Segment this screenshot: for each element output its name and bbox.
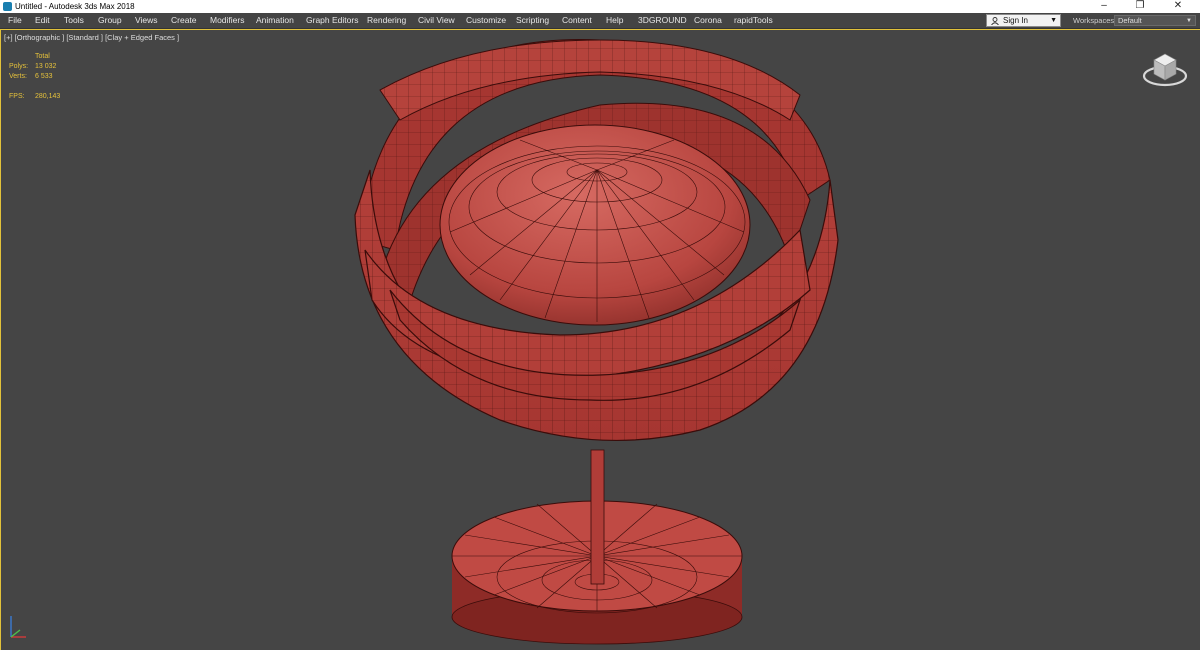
stats-verts-value: 6 533 [35,73,53,80]
stats-polys-label: Polys: [9,63,29,70]
menu-tools[interactable]: Tools [64,13,84,28]
menu-civil-view[interactable]: Civil View [418,13,455,28]
menu-corona[interactable]: Corona [694,13,722,28]
sign-in-dropdown[interactable]: Sign In ▼ [986,14,1061,27]
stats-polys-value: 13 032 [35,63,57,70]
model-sphere [439,124,751,326]
chevron-down-icon: ▼ [1186,18,1192,24]
menu-customize[interactable]: Customize [466,13,506,28]
workspaces-label: Workspaces: [1073,16,1117,25]
menu-rendering[interactable]: Rendering [367,13,406,28]
menu-help[interactable]: Help [606,13,623,28]
stats-verts-label: Verts: [9,73,27,80]
workspaces-value: Default [1118,16,1142,25]
chevron-down-icon: ▼ [1050,17,1057,24]
axis-tripod-icon [10,616,26,638]
menu-content[interactable]: Content [562,13,592,28]
menu-file[interactable]: File [8,13,22,28]
menu-scripting[interactable]: Scripting [516,13,549,28]
menu-views[interactable]: Views [135,13,158,28]
stats-header: Total [35,53,50,60]
menu-animation[interactable]: Animation [256,13,294,28]
viewport-label[interactable]: [+] [Orthographic ] [Standard ] [Clay + … [4,33,179,42]
menu-create[interactable]: Create [171,13,197,28]
model-stem [590,449,605,585]
viewcube-icon[interactable] [1140,44,1190,92]
app-icon [3,2,12,11]
window-title: Untitled - Autodesk 3ds Max 2018 [15,2,135,11]
menu-edit[interactable]: Edit [35,13,50,28]
scene-model-globe[interactable] [0,29,1200,650]
title-bar: Untitled - Autodesk 3ds Max 2018 – ❐ ✕ [0,0,1200,13]
stats-fps-label: FPS: [9,93,25,100]
minimize-button[interactable]: – [1086,0,1122,13]
workspaces-select[interactable]: Default ▼ [1114,15,1196,26]
menu-graph-editors[interactable]: Graph Editors [306,13,358,28]
user-icon [991,17,999,25]
maximize-button[interactable]: ❐ [1122,0,1158,13]
close-button[interactable]: ✕ [1160,0,1196,13]
sign-in-label: Sign In [1003,16,1028,25]
menu-modifiers[interactable]: Modifiers [210,13,244,28]
menu-group[interactable]: Group [98,13,122,28]
stats-fps-value: 280,143 [35,93,61,100]
menu-rapidtools[interactable]: rapidTools [734,13,773,28]
menu-3dground[interactable]: 3DGROUND [638,13,687,28]
